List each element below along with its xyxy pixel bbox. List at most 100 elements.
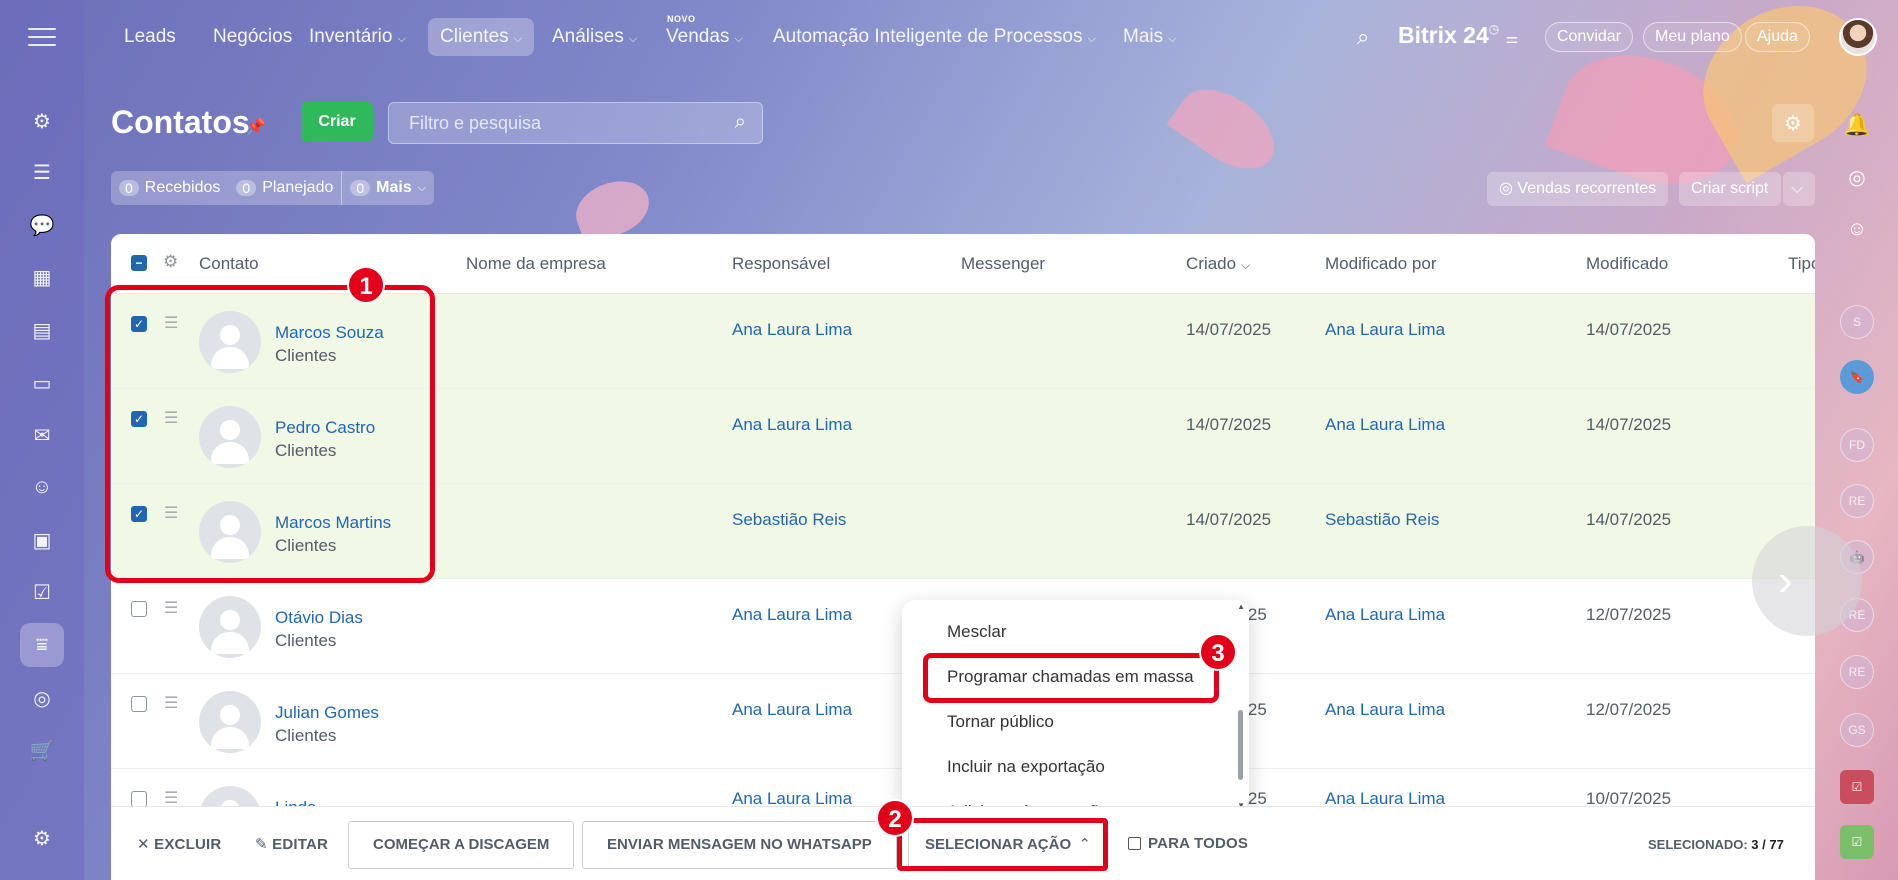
scrollbar[interactable]	[1238, 710, 1243, 780]
nav-sales[interactable]: Vendas ⌵	[654, 18, 755, 56]
chat-avatar-gs[interactable]: GS	[1840, 713, 1874, 747]
search-field[interactable]: ⌕	[388, 102, 763, 144]
send-whatsapp-button[interactable]: ENVIAR MENSAGEM NO WHATSAPP	[582, 821, 897, 869]
nav-more[interactable]: Mais ⌵	[1111, 18, 1188, 56]
nav-clients[interactable]: Clientes ⌵	[428, 18, 534, 56]
nav-analytics[interactable]: Análises ⌵	[540, 18, 649, 56]
chevron-right-icon[interactable]: ›	[1752, 526, 1862, 636]
col-messenger[interactable]: Messenger	[961, 254, 1045, 274]
copilot-icon[interactable]: ◎	[1840, 160, 1874, 194]
annotation-badge: 3	[1199, 633, 1237, 671]
settings-icon[interactable]: ⚙	[20, 816, 64, 860]
col-modified[interactable]: Modificado	[1586, 254, 1668, 274]
modified-date: 12/07/2025	[1586, 605, 1672, 624]
edit-button[interactable]: ✎ EDITAR	[255, 835, 328, 853]
bell-icon[interactable]: 🔔	[1840, 108, 1874, 142]
for-all-checkbox[interactable]	[1128, 837, 1141, 850]
menu-item-merge[interactable]: Mesclar	[947, 622, 1007, 642]
help-button[interactable]: Ajuda	[1745, 22, 1810, 52]
invite-button[interactable]: Convidar	[1545, 22, 1634, 52]
recurring-sales-button[interactable]: ◎ Vendas recorrentes	[1487, 172, 1669, 206]
responsible-link[interactable]: Ana Laura Lima	[732, 700, 852, 720]
col-contact[interactable]: Contato	[199, 254, 259, 274]
menu-item-make-public[interactable]: Tornar público	[947, 712, 1054, 732]
responsible-link[interactable]: Sebastião Reis	[732, 510, 846, 530]
chevron-down-icon: ⌵	[734, 33, 743, 45]
counter-planned[interactable]: 0 Planejado	[228, 171, 341, 205]
contacts-icon[interactable]: ☺	[20, 465, 64, 509]
check-icon[interactable]: ☑	[1840, 825, 1874, 859]
cart-icon[interactable]: 🛒	[20, 728, 64, 772]
page-title: Contatos	[111, 104, 250, 140]
support-icon[interactable]: ☺	[1840, 212, 1874, 246]
target-icon[interactable]: ◎	[20, 676, 64, 720]
modified-by-link[interactable]: Ana Laura Lima	[1325, 700, 1445, 720]
counter-more[interactable]: 0 Mais ⌵	[341, 171, 434, 205]
modified-by-link[interactable]: Ana Laura Lima	[1325, 605, 1445, 625]
col-responsible[interactable]: Responsável	[732, 254, 830, 274]
bookmark-icon[interactable]: 🔖	[1840, 360, 1874, 394]
col-company[interactable]: Nome da empresa	[466, 254, 606, 274]
modified-by-link[interactable]: Ana Laura Lima	[1325, 415, 1445, 435]
menu-icon[interactable]	[28, 28, 56, 48]
search-icon[interactable]: ⌕	[1357, 24, 1369, 50]
delete-button[interactable]: ✕ EXCLUIR	[137, 835, 221, 853]
check-icon[interactable]: ☑	[1840, 770, 1874, 804]
row-checkbox[interactable]	[131, 601, 147, 617]
drag-handle-icon[interactable]: ☰	[164, 788, 180, 808]
gear-icon[interactable]: ⚙	[163, 252, 178, 272]
col-modified-by[interactable]: Modificado por	[1325, 254, 1437, 274]
created-date: 14/07/2025	[1186, 510, 1272, 529]
modified-by-link[interactable]: Sebastião Reis	[1325, 510, 1439, 530]
nav-leads[interactable]: Leads	[112, 18, 188, 56]
col-created[interactable]: Criado ⌵	[1186, 254, 1250, 274]
puzzle-icon[interactable]: ⚙	[20, 99, 64, 143]
crm-icon[interactable]: ⩸	[20, 623, 64, 667]
user-avatar[interactable]	[1839, 18, 1877, 56]
my-plan-button[interactable]: Meu plano	[1643, 22, 1742, 52]
responsible-link[interactable]: Ana Laura Lima	[732, 320, 852, 340]
mail-icon[interactable]: ✉	[20, 413, 64, 457]
search-icon[interactable]: ⌕	[735, 111, 746, 134]
search-input[interactable]	[409, 112, 709, 134]
create-script-button[interactable]: Criar script	[1679, 172, 1781, 206]
modified-by-link[interactable]: Ana Laura Lima	[1325, 320, 1445, 340]
col-type[interactable]: Tipo	[1788, 254, 1815, 274]
nav-deals[interactable]: Negócios	[201, 18, 304, 56]
calendar-icon[interactable]: ▦	[20, 255, 64, 299]
webinar-icon[interactable]: ▣	[20, 518, 64, 562]
select-all-checkbox[interactable]: −	[131, 255, 147, 271]
row-checkbox[interactable]	[131, 791, 147, 807]
row-checkbox[interactable]	[131, 696, 147, 712]
start-dialing-button[interactable]: COMEÇAR A DISCAGEM	[348, 821, 575, 869]
responsible-link[interactable]: Ana Laura Lima	[732, 415, 852, 435]
highlight-box-selected-rows	[105, 285, 435, 583]
chat-avatar-re[interactable]: RE	[1840, 655, 1874, 689]
pin-icon[interactable]: 📌	[246, 117, 266, 137]
chat-avatar-fd[interactable]: FD	[1840, 428, 1874, 462]
scroll-up-icon[interactable]: ▲	[1237, 602, 1245, 611]
gear-icon[interactable]: ⚙	[1772, 104, 1814, 142]
drag-handle-icon[interactable]: ☰	[164, 598, 180, 618]
create-button[interactable]: Criar	[301, 102, 373, 142]
for-all-label: PARA TODOS	[1148, 835, 1249, 852]
contact-name[interactable]: Julian Gomes	[275, 703, 379, 723]
document-icon[interactable]: ▤	[20, 308, 64, 352]
drag-handle-icon[interactable]: ☰	[164, 693, 180, 713]
nav-inventory[interactable]: Inventário ⌵	[297, 18, 418, 56]
contact-name[interactable]: Otávio Dias	[275, 608, 363, 628]
menu-item-include-export[interactable]: Incluir na exportação	[947, 757, 1105, 777]
chat-avatar-re[interactable]: RE	[1840, 484, 1874, 518]
counter-received[interactable]: 0 Recebidos	[111, 171, 228, 205]
responsible-link[interactable]: Ana Laura Lima	[732, 605, 852, 625]
sliders-icon[interactable]: ⚌	[1506, 30, 1519, 46]
chat-icon[interactable]: 💬	[20, 203, 64, 247]
avatar	[199, 691, 261, 753]
drive-icon[interactable]: ▭	[20, 361, 64, 405]
tasks-icon[interactable]: ☑	[20, 570, 64, 614]
create-script-menu[interactable]: ⌵	[1783, 172, 1815, 206]
nav-automation[interactable]: Automação Inteligente de Processos ⌵	[761, 18, 1108, 56]
annotation-badge: 2	[876, 799, 914, 837]
chat-avatar-s[interactable]: S	[1840, 305, 1874, 339]
feed-icon[interactable]: ☰	[20, 150, 64, 194]
